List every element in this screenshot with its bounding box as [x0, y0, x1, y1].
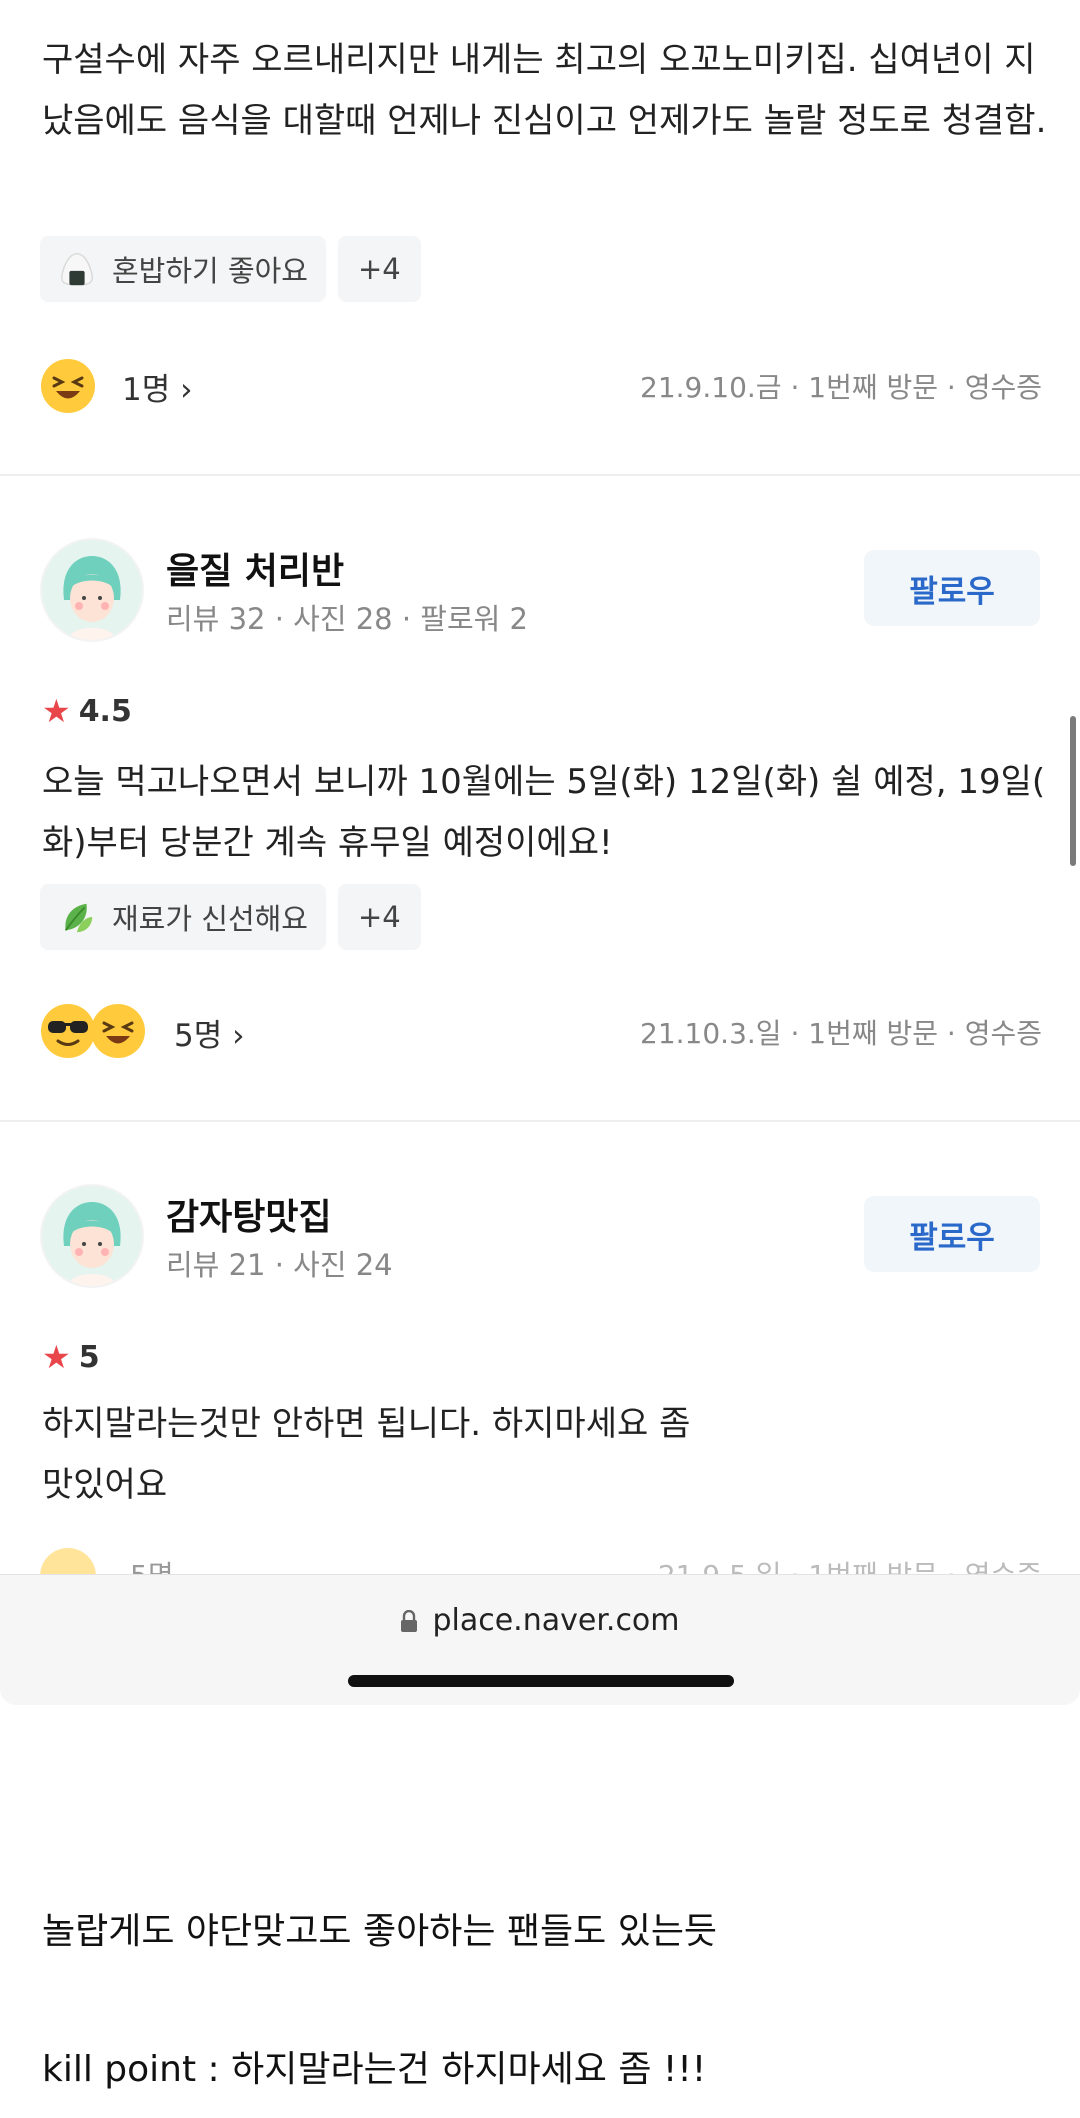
- avatar[interactable]: [42, 540, 142, 640]
- reaction-row: 1명 21.9.10.금 · 1번째 방문 · 영수증: [40, 356, 1042, 416]
- rating: ★ 5: [42, 1338, 100, 1376]
- review-text: 하지말라는것만 안하면 됩니다. 하지마세요 좀 맛있어요: [42, 1394, 1052, 1516]
- avatar[interactable]: [42, 1186, 142, 1286]
- reviewer-nickname[interactable]: 감자탕맛집: [166, 1188, 332, 1240]
- keyword-chips: 재료가 신선해요 +4: [40, 884, 421, 950]
- review-text-line: 하지말라는것만 안하면 됩니다. 하지마세요 좀: [42, 1404, 691, 1444]
- rating-value: 5: [78, 1339, 100, 1375]
- reviewer-stats: 리뷰 21 · 사진 24: [166, 1248, 393, 1282]
- review-text: 구설수에 자주 오르내리지만 내게는 최고의 오꼬노미키집. 십여년이 지났음에…: [42, 40, 1047, 141]
- visit-meta: 21.9.5.일 · 1번째 방문 · 영수증: [658, 1548, 1042, 1574]
- caption-line: kill point : 하지말라는건 하지마세요 좀 !!!: [42, 2049, 707, 2090]
- scrollbar[interactable]: [1070, 716, 1076, 866]
- home-indicator[interactable]: [348, 1675, 734, 1687]
- lock-icon: [401, 1609, 418, 1632]
- laughing-emoji-icon: [40, 1548, 96, 1574]
- keyword-chip[interactable]: 혼밥하기 좋아요: [40, 236, 326, 302]
- reaction-count[interactable]: 1명: [122, 364, 193, 409]
- reaction-count[interactable]: 5명: [174, 1010, 245, 1055]
- keyword-chips: 혼밥하기 좋아요 +4: [40, 236, 421, 302]
- keyword-chip-label: 재료가 신선해요: [112, 902, 308, 936]
- reaction-row-clipped: 5명 21.9.5.일 · 1번째 방문 · 영수증: [40, 1548, 1042, 1574]
- sunglasses-emoji-icon: [40, 1003, 96, 1059]
- divider: [0, 474, 1080, 476]
- caption-line: 놀랍게도 야단맞고도 좋아하는 팬들도 있는듯: [42, 1911, 718, 1952]
- visit-meta: 21.9.10.금 · 1번째 방문 · 영수증: [640, 371, 1042, 404]
- laughing-emoji-icon: [40, 358, 96, 414]
- screenshot-page: 구설수에 자주 오르내리지만 내게는 최고의 오꼬노미키집. 십여년이 지났음에…: [0, 0, 1080, 2118]
- browser-bottom-bar: place.naver.com: [0, 1574, 1080, 1705]
- star-icon: ★: [42, 1338, 71, 1376]
- follow-button[interactable]: 팔로우: [864, 1196, 1040, 1272]
- laughing-emoji-icon: [90, 1003, 146, 1059]
- review-text-line: 화)부터 당분간 계속 휴무일 예정이에요!: [42, 823, 613, 863]
- review-text-line: 오늘 먹고나오면서 보니까 10월에는 5일(화) 12일(화) 쉴 예정, 1…: [42, 762, 1046, 802]
- star-icon: ★: [42, 692, 71, 730]
- reviewer-stats: 리뷰 32 · 사진 28 · 팔로워 2: [166, 602, 528, 636]
- reviewer-nickname[interactable]: 을질 처리반: [166, 542, 344, 594]
- reviewer-profile: 감자탕맛집 리뷰 21 · 사진 24 팔로우: [40, 1186, 1040, 1296]
- reviewer-profile: 을질 처리반 리뷰 32 · 사진 28 · 팔로워 2 팔로우: [40, 540, 1040, 650]
- keyword-more-chip[interactable]: +4: [337, 236, 421, 302]
- url-text: place.naver.com: [432, 1603, 680, 1638]
- divider: [0, 1120, 1080, 1122]
- reaction-emojis: [40, 1003, 150, 1061]
- rating: ★ 4.5: [42, 692, 132, 730]
- address-bar[interactable]: place.naver.com: [0, 1603, 1080, 1638]
- reaction-row: 5명 21.10.3.일 · 1번째 방문 · 영수증: [40, 1002, 1042, 1062]
- rating-value: 4.5: [78, 693, 132, 729]
- review-text: 오늘 먹고나오면서 보니까 10월에는 5일(화) 12일(화) 쉴 예정, 1…: [42, 752, 1052, 874]
- keyword-chip[interactable]: 재료가 신선해요: [40, 884, 326, 950]
- keyword-chip-label: 혼밥하기 좋아요: [112, 254, 308, 288]
- leaf-icon: [64, 903, 93, 933]
- follow-button[interactable]: 팔로우: [864, 550, 1040, 626]
- reaction-count: 5명: [130, 1548, 174, 1574]
- visit-meta: 21.10.3.일 · 1번째 방문 · 영수증: [640, 1017, 1042, 1050]
- rice-ball-icon: [61, 253, 93, 286]
- review-text-line: 맛있어요: [42, 1465, 168, 1505]
- keyword-more-chip[interactable]: +4: [337, 884, 421, 950]
